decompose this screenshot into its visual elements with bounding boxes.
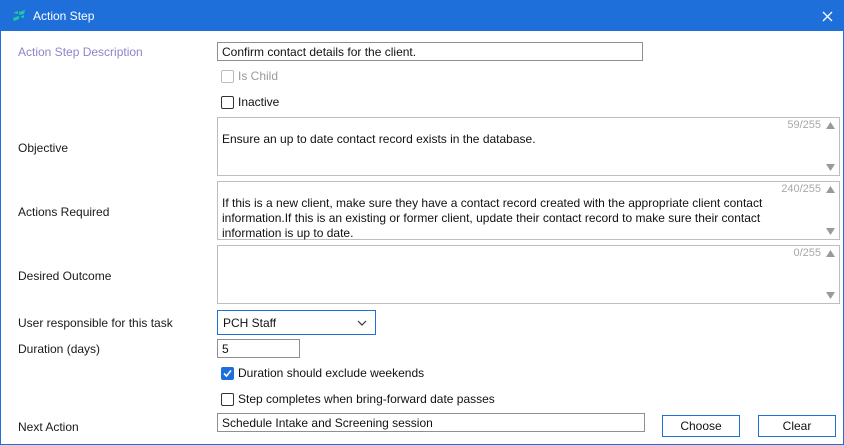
close-button[interactable]	[817, 6, 837, 26]
clear-button[interactable]: Clear	[758, 415, 836, 437]
exclude-weekends-checkbox[interactable]	[221, 366, 234, 380]
scroll-up-icon[interactable]	[826, 186, 835, 193]
duration-label: Duration (days)	[18, 342, 101, 356]
action-step-window: Action Step Action Step Description Conf…	[0, 0, 844, 445]
checkmark-icon	[223, 369, 232, 377]
objective-char-counter: 59/255	[787, 119, 821, 131]
scroll-up-icon[interactable]	[826, 250, 835, 257]
step-completes-checkbox[interactable]	[221, 392, 234, 406]
window-title: Action Step	[33, 9, 95, 23]
description-label: Action Step Description	[18, 45, 143, 59]
desired-outcome-char-counter: 0/255	[793, 247, 821, 259]
scroll-down-icon[interactable]	[826, 228, 835, 235]
is-child-label: Is Child	[238, 69, 279, 83]
scroll-down-icon[interactable]	[826, 164, 835, 171]
objective-label: Objective	[18, 141, 69, 155]
exclude-weekends-label: Duration should exclude weekends	[238, 366, 425, 380]
duration-input[interactable]: 5	[217, 339, 300, 358]
close-icon	[822, 11, 832, 21]
is-child-row: Is Child	[221, 69, 278, 83]
desired-outcome-textarea[interactable]: 0/255	[217, 245, 840, 304]
scroll-up-icon[interactable]	[826, 122, 835, 129]
objective-textarea[interactable]: 59/255 Ensure an up to date contact reco…	[217, 117, 840, 176]
user-responsible-label: User responsible for this task	[18, 316, 173, 330]
chevron-down-icon	[357, 320, 367, 326]
user-responsible-dropdown[interactable]: PCH Staff	[217, 310, 376, 335]
description-input[interactable]: Confirm contact details for the client.	[217, 42, 643, 61]
desired-outcome-label: Desired Outcome	[18, 269, 112, 283]
inactive-checkbox[interactable]	[221, 95, 234, 109]
actions-required-text: If this is a new client, make sure they …	[222, 196, 763, 240]
next-action-label: Next Action	[18, 420, 79, 434]
is-child-checkbox[interactable]	[221, 69, 234, 83]
user-responsible-value: PCH Staff	[223, 316, 277, 330]
choose-button[interactable]: Choose	[662, 415, 740, 437]
step-completes-label: Step completes when bring-forward date p…	[238, 392, 495, 406]
inactive-label: Inactive	[238, 95, 280, 109]
actions-required-textarea[interactable]: 240/255 If this is a new client, make su…	[217, 181, 840, 240]
inactive-row: Inactive	[221, 95, 279, 109]
step-completes-row: Step completes when bring-forward date p…	[221, 392, 495, 406]
next-action-input[interactable]: Schedule Intake and Screening session	[217, 413, 645, 432]
app-logo-icon	[13, 10, 25, 21]
title-bar: Action Step	[1, 1, 843, 31]
actions-required-char-counter: 240/255	[781, 183, 821, 195]
objective-text: Ensure an up to date contact record exis…	[222, 132, 536, 146]
exclude-weekends-row: Duration should exclude weekends	[221, 366, 424, 380]
actions-required-label: Actions Required	[18, 205, 110, 219]
scroll-down-icon[interactable]	[826, 292, 835, 299]
